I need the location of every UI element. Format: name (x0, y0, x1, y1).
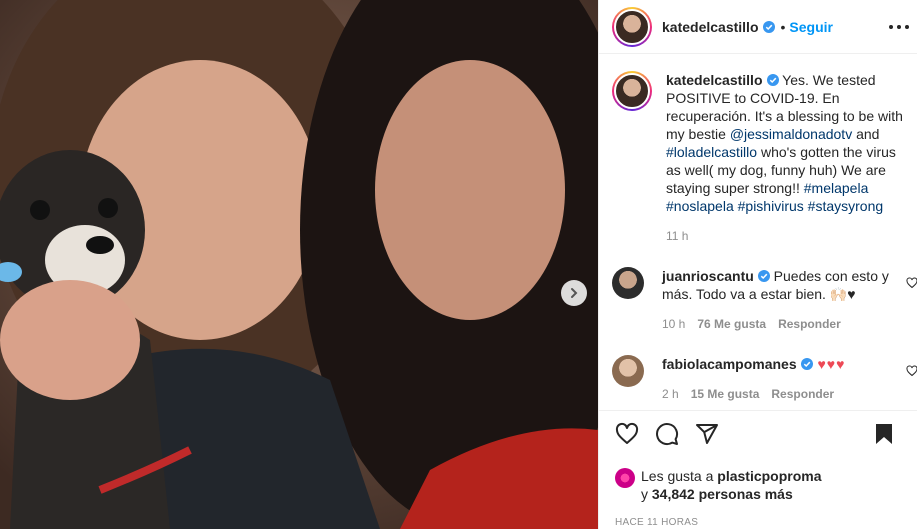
bookmark-icon[interactable] (872, 422, 896, 446)
share-paper-plane-icon[interactable] (695, 422, 719, 446)
hashtag-link[interactable]: #noslapela (666, 198, 734, 214)
author-avatar[interactable] (612, 6, 652, 47)
likes-text: Les gusta a plasticpoproma y 34,842 pers… (641, 467, 831, 503)
comment-time[interactable]: 2 h (662, 385, 679, 403)
caption: katedelcastillo Yes. We tested POSITIVE … (612, 71, 912, 245)
caption-avatar[interactable] (612, 71, 652, 111)
action-icons (599, 411, 917, 457)
post-header: katedelcastillo • Seguir (599, 0, 917, 54)
comment-text: juanrioscantu Puedes con esto y más. Tod… (662, 267, 892, 333)
likes-count[interactable]: 34,842 personas más (652, 486, 793, 502)
reply-button[interactable]: Responder (778, 315, 841, 333)
verified-badge-icon (800, 358, 813, 370)
more-options-icon[interactable] (889, 17, 909, 37)
chevron-right-icon (571, 288, 578, 298)
follow-button[interactable]: Seguir (789, 19, 833, 35)
comment-avatar[interactable] (612, 355, 644, 387)
comment-body: ♥♥♥ (812, 356, 846, 372)
reply-button[interactable]: Responder (771, 385, 834, 403)
like-comment-heart-icon[interactable] (906, 365, 917, 377)
caption-body-2: and (852, 126, 880, 142)
caption-time[interactable]: 11 h (666, 227, 688, 245)
mention-link[interactable]: @jessimaldonadotv (730, 126, 852, 142)
likes-middle: y (641, 486, 652, 502)
like-heart-icon[interactable] (615, 422, 639, 446)
likes-summary: Les gusta a plasticpoproma y 34,842 pers… (599, 467, 917, 503)
next-photo-button[interactable] (561, 280, 587, 306)
post-photo-area[interactable] (0, 0, 598, 529)
comment-likes[interactable]: 76 Me gusta (697, 315, 766, 333)
verified-badge-icon (762, 20, 775, 33)
author-username[interactable]: katedelcastillo (662, 19, 759, 35)
action-bar: Les gusta a plasticpoproma y 34,842 pers… (599, 410, 917, 529)
separator-dot: • (780, 18, 786, 35)
post-timestamp[interactable]: Hace 11 horas (599, 517, 917, 528)
comment-meta: 2 h 15 Me gusta Responder (662, 385, 845, 403)
verified-badge-icon (757, 270, 770, 282)
comment-item: fabiolacampomanes ♥♥♥ 2 h 15 Me gusta Re… (612, 355, 917, 403)
comment-item: juanrioscantu Puedes con esto y más. Tod… (612, 267, 917, 333)
liker-username[interactable]: plasticpoproma (717, 468, 821, 484)
likes-prefix: Les gusta a (641, 468, 718, 484)
post-sidebar: katedelcastillo • Seguir katedelcastillo… (598, 0, 917, 529)
comment-meta: 10 h 76 Me gusta Responder (662, 315, 892, 333)
like-comment-heart-icon[interactable] (906, 277, 917, 289)
hashtag-link[interactable]: #staysyrong (808, 198, 883, 214)
hashtag-link[interactable]: #melapela (804, 180, 869, 196)
verified-badge-icon (766, 74, 779, 86)
comments-list[interactable]: katedelcastillo Yes. We tested POSITIVE … (599, 55, 917, 410)
caption-text: katedelcastillo Yes. We tested POSITIVE … (666, 71, 912, 245)
caption-meta: 11 h (666, 227, 912, 245)
comment-text: fabiolacampomanes ♥♥♥ 2 h 15 Me gusta Re… (662, 355, 845, 403)
comment-username[interactable]: juanrioscantu (662, 268, 754, 284)
comment-bubble-icon[interactable] (655, 422, 679, 446)
comment-time[interactable]: 10 h (662, 315, 685, 333)
comment-likes[interactable]: 15 Me gusta (691, 385, 760, 403)
comment-username[interactable]: fabiolacampomanes (662, 356, 797, 372)
instagram-post: katedelcastillo • Seguir katedelcastillo… (0, 0, 917, 529)
post-photo (0, 0, 598, 529)
comment-avatar[interactable] (612, 267, 644, 299)
hashtag-link[interactable]: #pishivirus (738, 198, 804, 214)
liker-avatar[interactable] (615, 468, 635, 488)
hashtag-link[interactable]: #loladelcastillo (666, 144, 757, 160)
caption-username[interactable]: katedelcastillo (666, 72, 763, 88)
